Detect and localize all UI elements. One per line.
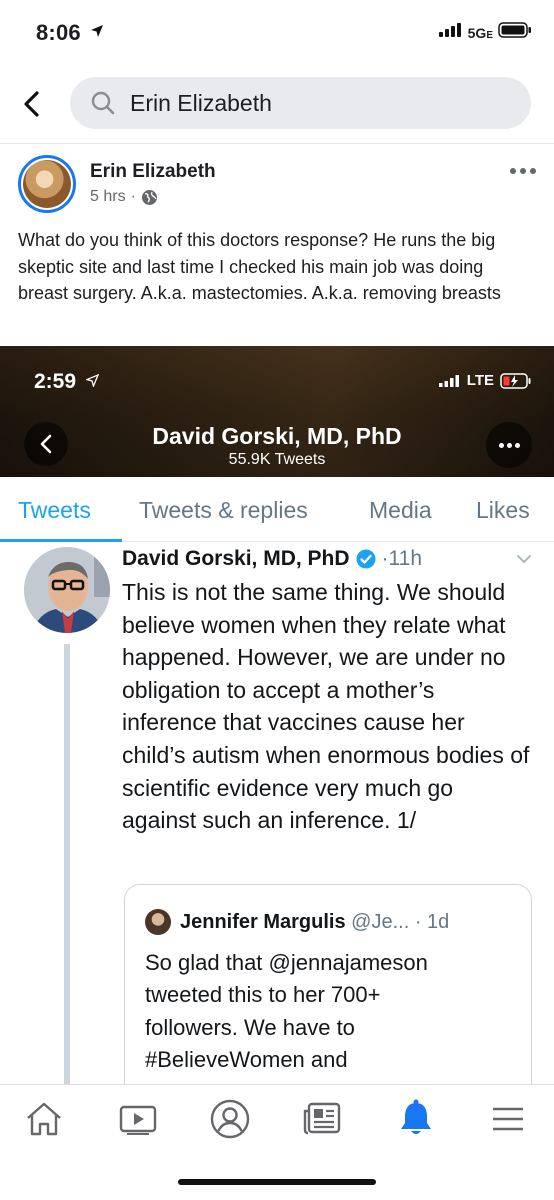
search-input[interactable]: Erin Elizabeth bbox=[70, 77, 531, 129]
magnifier-icon bbox=[91, 91, 115, 115]
quoted-time: · 1d bbox=[414, 911, 450, 933]
tab-tweets-replies: Tweets & replies bbox=[139, 497, 308, 523]
post-author-avatar[interactable] bbox=[18, 155, 76, 213]
verified-badge-icon bbox=[356, 549, 376, 569]
menu-icon bbox=[493, 1107, 523, 1131]
screenshot-network-type: LTE bbox=[466, 372, 494, 389]
globe-icon bbox=[141, 189, 157, 205]
screenshot-status-time: 2:59 bbox=[34, 370, 77, 393]
tweet-author: David Gorski, MD, PhD ·11h bbox=[122, 547, 422, 571]
home-indicator[interactable] bbox=[178, 1179, 376, 1185]
status-time: 8:06 bbox=[36, 20, 81, 45]
tweet-author-avatar bbox=[24, 547, 110, 633]
quoted-text-line: followers. We have to bbox=[145, 1014, 355, 1040]
chevron-left-icon bbox=[24, 91, 39, 117]
signal-bars-icon bbox=[438, 23, 463, 42]
meta-separator: · bbox=[130, 188, 136, 205]
back-button[interactable] bbox=[14, 82, 48, 126]
screenshot-more-button bbox=[486, 422, 532, 468]
chevron-down-icon bbox=[517, 555, 531, 564]
notifications-bell-icon bbox=[401, 1099, 431, 1134]
quoted-text-line: So glad that @jennajameson bbox=[145, 950, 428, 975]
nav-watch[interactable] bbox=[118, 1099, 158, 1139]
quoted-text: So glad that @jennajameson tweeted this … bbox=[145, 947, 515, 1084]
quoted-author-name: Jennifer Margulis bbox=[180, 911, 346, 933]
twitter-tweet-count: 55.9K Tweets bbox=[228, 451, 326, 468]
twitter-tabs: Tweets Tweets & replies Media Likes bbox=[0, 477, 554, 542]
tweet-text: This is not the same thing. We should be… bbox=[122, 579, 530, 834]
signal-bars-icon bbox=[438, 374, 459, 387]
tab-tweets: Tweets bbox=[18, 497, 91, 523]
post-meta: 5 hrs · bbox=[90, 188, 158, 206]
quoted-text-line: tweeted this to her 700+ bbox=[145, 982, 381, 1008]
nav-home[interactable] bbox=[24, 1099, 64, 1139]
post-image[interactable]: 2:59 LTE David Gorski, MD, PhD 55.9K Twe… bbox=[0, 346, 554, 1084]
screenshot-status-indicators: LTE bbox=[438, 372, 532, 389]
thread-line bbox=[64, 644, 70, 1084]
post-author-name[interactable]: Erin Elizabeth bbox=[90, 161, 216, 183]
tweet-time: ·11h bbox=[381, 547, 423, 570]
twitter-profile-name: David Gorski, MD, PhD bbox=[152, 423, 402, 449]
quoted-text-line: #BelieveWomen and bbox=[145, 1047, 348, 1073]
post-text: What do you think of this doctors respon… bbox=[18, 230, 501, 303]
home-icon bbox=[27, 1102, 61, 1136]
post-more-button[interactable] bbox=[510, 168, 536, 174]
watch-video-icon bbox=[119, 1105, 157, 1135]
nav-news-feed[interactable] bbox=[302, 1099, 342, 1139]
news-feed-icon bbox=[303, 1102, 341, 1135]
header-divider bbox=[0, 143, 554, 144]
status-indicators: 5GE bbox=[438, 22, 532, 43]
battery-icon bbox=[498, 22, 532, 43]
tweet-author-name: David Gorski, MD, PhD bbox=[122, 547, 350, 570]
profile-icon bbox=[210, 1099, 250, 1139]
quoted-handle: @Je... bbox=[351, 911, 410, 933]
quoted-tweet: Jennifer Margulis @Je... · 1d So glad th… bbox=[124, 884, 532, 1084]
search-query: Erin Elizabeth bbox=[130, 89, 272, 116]
quoted-author: Jennifer Margulis @Je... · 1d bbox=[180, 911, 449, 934]
post-time[interactable]: 5 hrs bbox=[90, 188, 126, 206]
location-arrow-icon bbox=[90, 24, 104, 43]
nav-notifications[interactable] bbox=[396, 1099, 436, 1139]
battery-charging-icon bbox=[500, 372, 531, 389]
nav-menu[interactable] bbox=[488, 1099, 528, 1139]
location-arrow-icon bbox=[84, 373, 100, 392]
tab-media: Media bbox=[369, 497, 432, 523]
quoted-author-avatar bbox=[145, 909, 171, 935]
tab-likes: Likes bbox=[476, 497, 530, 523]
nav-profile[interactable] bbox=[210, 1099, 250, 1139]
status-bar: 8:06 5GE bbox=[0, 0, 554, 68]
network-type: 5GE bbox=[467, 24, 493, 41]
active-tab-indicator bbox=[0, 539, 122, 542]
